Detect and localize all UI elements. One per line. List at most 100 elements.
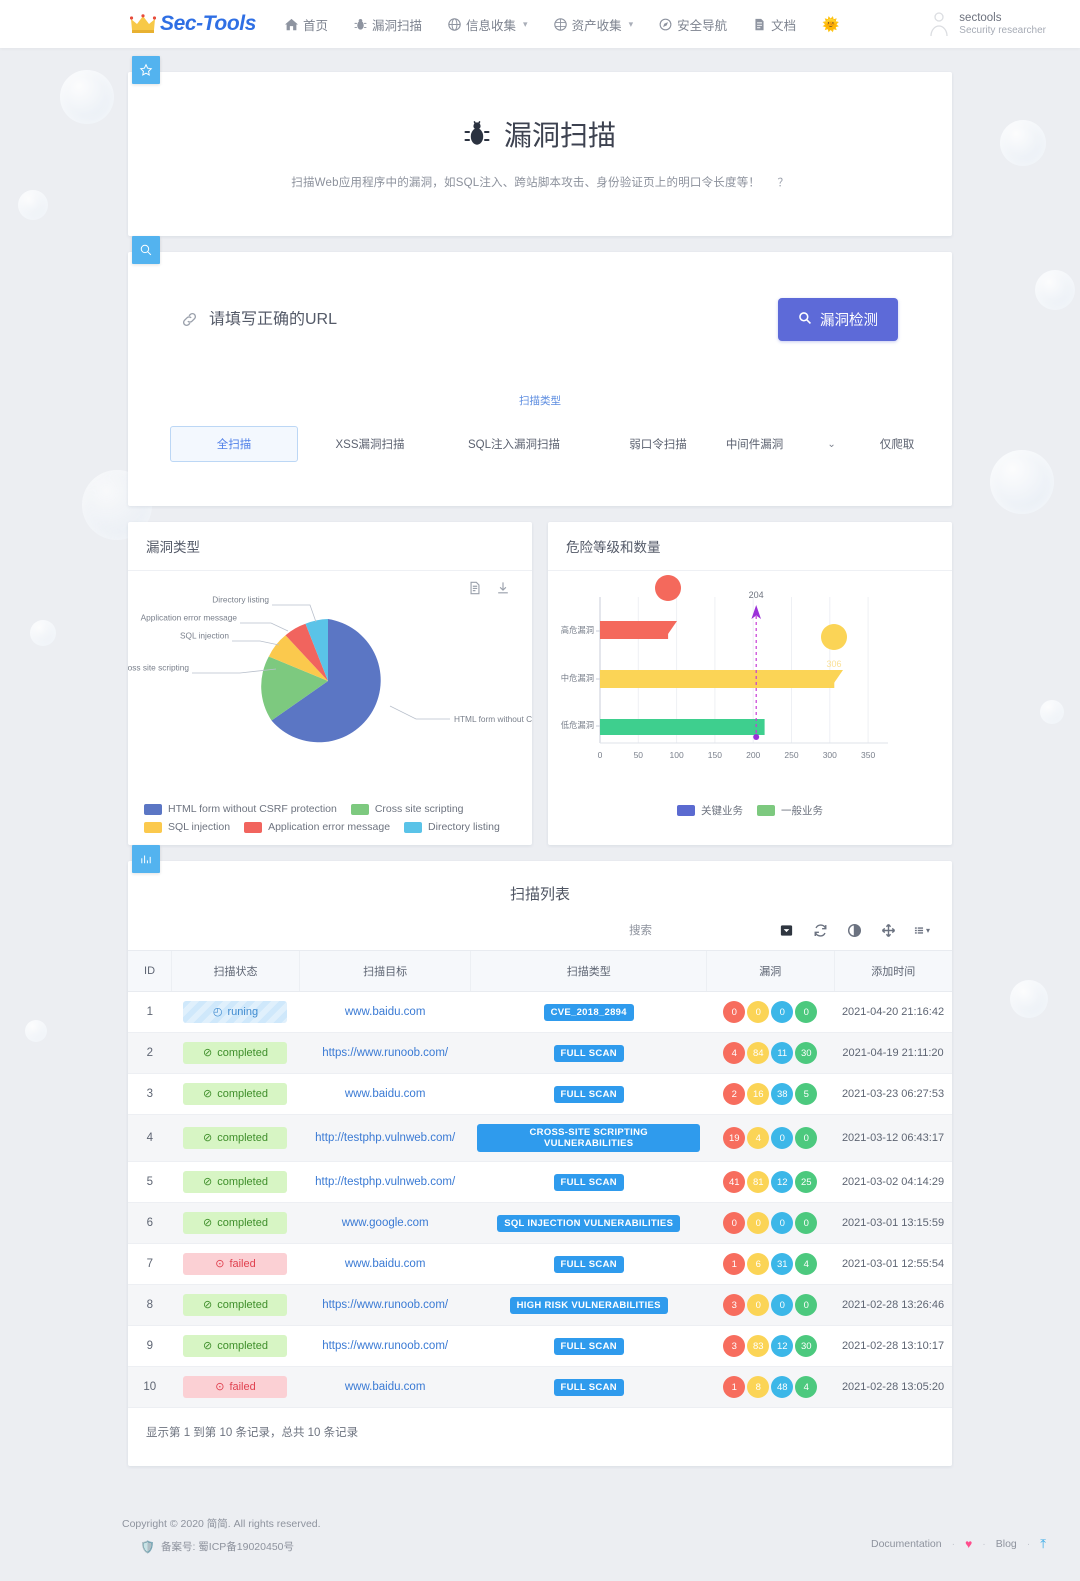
cell-target: http://testphp.vulnweb.com/ [299, 1161, 471, 1203]
legend-swatch [144, 803, 162, 815]
vuln-count-badge: 11 [771, 1042, 794, 1064]
nav-item-theme-toggle[interactable]: 🌞 [809, 0, 852, 48]
scan-type-xss[interactable]: XSS漏洞扫描 [298, 427, 442, 461]
cell-id: 8 [128, 1284, 172, 1326]
vuln-count-badge: 31 [771, 1253, 794, 1275]
table-row[interactable]: 5 ⊘ completed http://testphp.vulnweb.com/FU… [128, 1161, 952, 1203]
table-row[interactable]: 3 ⊘ completed www.baidu.com FULL SCAN 2 16 38 5 2… [128, 1073, 952, 1115]
footer-separator: · [1026, 1538, 1031, 1550]
column-header-id[interactable]: ID [128, 950, 172, 992]
page-title-text: 漏洞扫描 [503, 120, 616, 151]
heart-icon[interactable]: ♥ [965, 1537, 972, 1551]
column-header-type[interactable]: 扫描类型 [470, 950, 707, 992]
column-header-time[interactable]: 添加时间 [833, 950, 952, 992]
table-row[interactable]: 2 ⊘ completed https://www.runoob.com/FULL S… [128, 1032, 952, 1074]
table-row[interactable]: 1 ◴ runing www.baidu.com CVE_2018_2894 0 0 0 0 20… [128, 991, 952, 1033]
cell-target: www.baidu.com [299, 1243, 471, 1285]
nav-item-home[interactable]: 首页 [272, 0, 341, 48]
star-icon [132, 56, 160, 84]
legend-item[interactable]: SQL injection [144, 821, 230, 833]
columns-icon[interactable]: ▾ [914, 922, 930, 938]
nav-item-info-gather[interactable]: 信息收集 ▾ [435, 0, 541, 48]
document-icon[interactable] [468, 581, 482, 595]
footer-link-documentation[interactable]: Documentation [871, 1538, 942, 1550]
fullscreen-icon[interactable] [880, 922, 896, 938]
target-link[interactable]: https://www.runoob.com/ [322, 1299, 448, 1311]
cell-type: FULL SCAN [470, 1073, 707, 1115]
vuln-count-badge: 30 [795, 1042, 818, 1064]
crown-icon [130, 14, 156, 34]
legend-item[interactable]: Application error message [244, 821, 390, 833]
help-icon[interactable]: ？ [778, 174, 789, 190]
target-link[interactable]: http://testphp.vulnweb.com/ [315, 1132, 455, 1144]
target-marker: 204 [749, 590, 764, 740]
target-link[interactable]: www.baidu.com [345, 1258, 426, 1270]
detect-button[interactable]: 漏洞检测 [778, 298, 898, 341]
legend-item[interactable]: 关键业务 [677, 803, 743, 818]
cell-vulns: 41 81 12 25 [706, 1161, 835, 1203]
refresh-icon[interactable] [812, 922, 828, 938]
download-icon[interactable] [496, 581, 510, 595]
nav-item-docs[interactable]: 文档 [740, 0, 809, 48]
page-subtitle: 扫描Web应用程序中的漏洞，如SQL注入、跨站脚本攻击、身份验证页上的明口令长度… [128, 174, 952, 190]
vuln-count-group: 0000 [712, 1212, 828, 1234]
to-top-icon[interactable]: ⤒ [1040, 1536, 1046, 1552]
nav-item-asset-gather[interactable]: 资产收集 ▾ [541, 0, 647, 48]
nav-item-security-nav[interactable]: 安全导航 [646, 0, 740, 48]
status-badge: ⊙ failed [183, 1376, 288, 1398]
target-link[interactable]: https://www.runoob.com/ [322, 1047, 448, 1059]
globe-icon [448, 17, 461, 31]
toggle-icon[interactable] [846, 922, 862, 938]
target-link[interactable]: http://testphp.vulnweb.com/ [315, 1176, 455, 1188]
legend-item[interactable]: Directory listing [404, 821, 500, 833]
chevron-down-icon[interactable]: ⌄ [827, 439, 835, 450]
target-link[interactable]: www.baidu.com [345, 1381, 426, 1393]
vuln-count-badge: 0 [795, 1127, 818, 1149]
target-link[interactable]: www.baidu.com [345, 1088, 426, 1100]
scan-type-weakpass[interactable]: 弱口令扫描 [586, 427, 730, 461]
scan-type-crawl-only[interactable]: 仅爬取 [880, 427, 915, 461]
table-row[interactable]: 6 ⊘ completed www.google.com SQL INJECTION V… [128, 1202, 952, 1244]
cell-target: https://www.runoob.com/ [299, 1325, 471, 1367]
target-link[interactable]: www.google.com [342, 1217, 429, 1229]
user-profile[interactable]: sectools Security researcher [928, 11, 1080, 38]
status-icon: ⊘ [202, 1175, 213, 1188]
legend-item[interactable]: HTML form without CSRF protection [144, 803, 337, 815]
vuln-type-chart-body: Directory listing Application error mess… [119, 571, 545, 803]
home-icon [284, 18, 298, 31]
hero-card: 漏洞扫描 扫描Web应用程序中的漏洞，如SQL注入、跨站脚本攻击、身份验证页上的… [128, 56, 952, 236]
table-row[interactable]: 9 ⊘ completed https://www.runoob.com/FULL S… [128, 1325, 952, 1367]
scan-type-middleware-select[interactable]: 中间件漏洞 [726, 427, 784, 461]
table-head: ID 扫描状态 扫描目标 扫描类型 漏洞 添加时间 [128, 950, 952, 992]
export-dropdown-icon[interactable] [778, 922, 794, 938]
scan-form-card: 漏洞检测 扫描类型 全扫描 XSS漏洞扫描 SQL注入漏洞扫描 弱口令扫描 中间… [128, 236, 952, 506]
status-label: runing [227, 1006, 259, 1018]
vuln-count-badge: 8 [747, 1376, 770, 1398]
column-header-target[interactable]: 扫描目标 [298, 950, 471, 992]
nav-item-vuln-scan[interactable]: 漏洞扫描 [341, 0, 435, 48]
column-header-vuln[interactable]: 漏洞 [705, 950, 835, 992]
search-input[interactable]: 搜索 [629, 922, 652, 938]
cell-status: ⊙ failed [171, 1243, 300, 1285]
network-icon [553, 17, 567, 31]
table-row[interactable]: 8 ⊘ completed https://www.runoob.com/HIGH R… [128, 1284, 952, 1326]
column-header-status[interactable]: 扫描状态 [171, 950, 300, 992]
brand-logo[interactable]: Sec-Tools [130, 12, 256, 36]
scan-type-sqli[interactable]: SQL注入漏洞扫描 [442, 427, 586, 461]
table-row[interactable]: 7 ⊙ failed www.baidu.com FULL SCAN 1 6 31 4 2021-… [128, 1243, 952, 1285]
scan-type-full[interactable]: 全扫描 [170, 426, 298, 462]
scan-url-row: 漏洞检测 [128, 252, 952, 341]
scan-type-badge: FULL SCAN [553, 1337, 624, 1355]
table-row[interactable]: 10 ⊙ failed www.baidu.com FULL SCAN 1 8 48 4 2021… [128, 1366, 952, 1408]
footer-link-blog[interactable]: Blog [996, 1538, 1017, 1550]
url-input[interactable] [209, 310, 629, 329]
table-body: 1 ◴ runing www.baidu.com CVE_2018_2894 0 0 0 0 20… [128, 991, 952, 1408]
target-link[interactable]: www.baidu.com [345, 1006, 426, 1018]
cell-vulns: 1 6 31 4 [706, 1243, 835, 1285]
cell-vulns: 0000 [706, 991, 835, 1033]
table-row[interactable]: 4 ⊘ completed http://testphp.vulnweb.com/CR… [128, 1114, 952, 1162]
footer-left: Copyright © 2020 简简. All rights reserved… [122, 1514, 321, 1559]
legend-item[interactable]: 一般业务 [757, 803, 823, 818]
target-link[interactable]: https://www.runoob.com/ [322, 1340, 448, 1352]
legend-item[interactable]: Cross site scripting [350, 803, 464, 815]
